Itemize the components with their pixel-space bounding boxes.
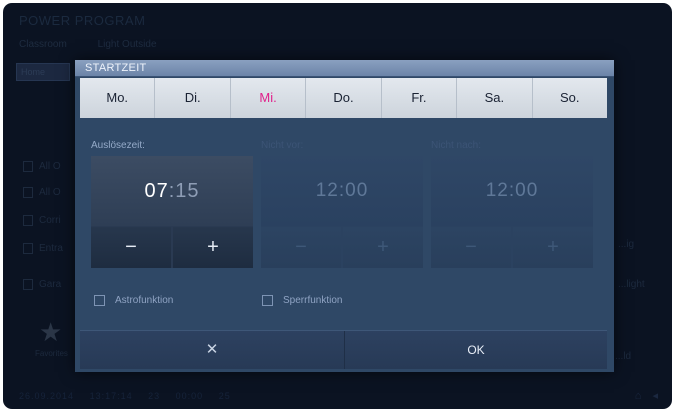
not-after-label: Nicht nach: (431, 140, 482, 151)
not-after-panel: 12:00 − + (431, 156, 593, 268)
not-before-increment-button: + (343, 227, 423, 268)
day-saturday[interactable]: Sa. (457, 78, 533, 118)
trigger-time-minutes[interactable]: 15 (175, 180, 199, 202)
astro-function-checkbox[interactable]: Astrofunktion (94, 295, 173, 306)
day-thursday[interactable]: Do. (306, 78, 382, 118)
astro-function-label: Astrofunktion (115, 295, 174, 306)
background-subtitle: Classroom Light Outside (19, 39, 185, 50)
not-after-value: 12:00 (431, 156, 593, 226)
not-before-panel: 12:00 − + (261, 156, 423, 268)
speaker-icon: ◂ (652, 390, 658, 402)
weekday-selector: Mo. Di. Mi. Do. Fr. Sa. So. (80, 78, 607, 118)
lock-function-checkbox[interactable]: Sperrfunktion (262, 295, 342, 306)
day-sunday[interactable]: So. (533, 78, 607, 118)
trigger-time-label: Auslösezeit: (91, 140, 145, 151)
trigger-time-value: 07:15 (91, 156, 253, 226)
trigger-time-panel: 07:15 − + (91, 156, 253, 268)
background-row: Corri (23, 215, 83, 229)
day-monday[interactable]: Mo. (80, 78, 156, 118)
background-home-tab: Home (16, 63, 70, 81)
status-clock: 00:00 (175, 391, 204, 401)
not-after-increment-button: + (513, 227, 593, 268)
background-room: Classroom (19, 39, 67, 50)
background-side-text: ...light (618, 279, 645, 290)
background-row: All O (23, 161, 83, 175)
background-row: All O (23, 187, 83, 201)
screen: POWER PROGRAM Classroom Light Outside Ho… (3, 3, 672, 409)
status-value: 25 (218, 391, 231, 401)
background-side-text: ...ig (618, 239, 635, 250)
status-time: 13:17:14 (89, 391, 133, 401)
checkbox-icon (94, 295, 105, 306)
trigger-time-increment-button[interactable]: + (173, 227, 253, 268)
dialog-footer: ✕ OK (80, 330, 607, 369)
status-temperature: 23 (148, 391, 161, 401)
ok-button[interactable]: OK (345, 331, 607, 369)
background-title: POWER PROGRAM (19, 13, 146, 28)
day-tuesday[interactable]: Di. (155, 78, 231, 118)
day-wednesday[interactable]: Mi. (231, 78, 307, 118)
trigger-time-decrement-button[interactable]: − (91, 227, 171, 268)
favorites-label: Favorites (35, 349, 68, 358)
not-before-value: 12:00 (261, 156, 423, 226)
status-bar: 26.09.2014 13:17:14 23 00:00 25 (19, 391, 243, 401)
background-side-text: ...ld (615, 351, 632, 362)
not-before-decrement-button: − (261, 227, 341, 268)
not-before-label: Nicht vor: (261, 140, 304, 151)
background-row: Entra (23, 243, 83, 257)
star-icon: ★ (39, 317, 63, 347)
status-icons: ⌂ ◂ (627, 389, 658, 402)
background-item: Light Outside (97, 39, 157, 50)
not-after-decrement-button: − (431, 227, 511, 268)
dialog-title: STARTZEIT (85, 62, 147, 74)
background-row: Gara (23, 279, 83, 293)
start-time-dialog: STARTZEIT Mo. Di. Mi. Do. Fr. Sa. So. Au… (75, 60, 614, 372)
close-icon: ✕ (205, 341, 219, 358)
checkbox-icon (262, 295, 273, 306)
home-icon: ⌂ (634, 390, 642, 402)
day-friday[interactable]: Fr. (382, 78, 458, 118)
lock-function-label: Sperrfunktion (283, 295, 343, 306)
dialog-header: STARTZEIT (75, 60, 614, 77)
status-date: 26.09.2014 (19, 391, 75, 401)
cancel-button[interactable]: ✕ (80, 331, 345, 369)
trigger-time-hours[interactable]: 07 (144, 180, 168, 202)
